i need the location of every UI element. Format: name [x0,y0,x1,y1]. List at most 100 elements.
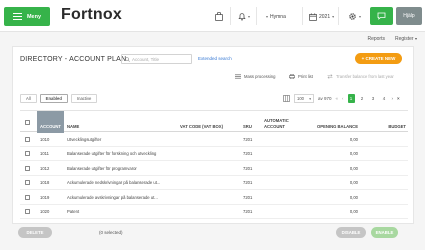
chat-bubble-icon [377,12,386,20]
chat-button[interactable] [370,7,393,25]
cell-name: Balanserade utgifter för forskning och u… [67,151,157,157]
chevron-down-icon: ▾ [359,14,362,19]
cell-account: 1020 [40,209,50,215]
account-table: ACCOUNT NAME VAT CODE (VAT BOX) SRU AUTO… [20,110,408,219]
cell-opening-balance: 0,00 [349,151,358,157]
print-list-button[interactable]: Print list [289,74,313,79]
column-opening-balance[interactable]: OPENING BALANCE [312,111,358,133]
total-count: av 970 [318,96,332,101]
cell-sru: 7201 [243,165,253,171]
row-checkbox[interactable] [25,194,30,200]
filter-all[interactable]: All [20,94,37,103]
table-body: 1010 Utvecklingsutgifter 7201 0,00 1011 Balan… [20,132,408,219]
page-2[interactable]: 2 [359,94,366,103]
column-vat-code[interactable]: VAT CODE (VAT BOX) [180,111,238,133]
help-button[interactable]: Hjälp [396,7,422,25]
notifications-button[interactable]: ▾ [238,12,250,21]
cell-name: Ackumulerade avskrivningar på balanserad… [67,194,158,200]
chevron-down-icon: ▾ [414,36,417,41]
column-account[interactable]: ACCOUNT [37,111,64,133]
reports-link[interactable]: Reports [367,36,385,42]
year-selector[interactable]: 2021 ▾ [309,12,334,21]
transfer-balance-button[interactable]: Transfer balance from last year [327,74,394,79]
list-icon [235,74,241,79]
cell-sru: 7201 [243,180,253,186]
account-plan-card: DIRECTORY - ACCOUNT PLAN Extended search… [12,46,414,224]
create-new-button[interactable]: + CREATE NEW [355,53,402,64]
divider [338,7,339,25]
page-3[interactable]: 3 [370,94,377,103]
column-settings-icon[interactable] [283,95,290,102]
filter-enabled[interactable]: Enabled [39,94,68,103]
filter-inactive[interactable]: Inactive [70,94,98,103]
cell-sru: 7201 [243,194,253,200]
cell-opening-balance: 0,00 [349,165,358,171]
page-1[interactable]: 1 [347,94,355,103]
bottom-bar: DELETE (0 selected) DISABLE ENABLE [0,224,425,250]
cell-sru: 7201 [243,209,253,215]
row-select-cell [25,190,30,205]
select-all-checkbox[interactable] [25,119,30,125]
cell-opening-balance: 0,00 [349,136,358,142]
extended-search-link[interactable]: Extended search [198,56,232,61]
row-select-cell [25,161,30,176]
status-filter: All Enabled Inactive [20,94,98,103]
column-automatic-account[interactable]: AUTOMATIC ACCOUNT [264,111,306,133]
row-checkbox[interactable] [25,209,30,215]
table-row[interactable]: 1020 Patent 7201 0,00 [20,205,408,220]
next-page-icon[interactable]: › [392,96,394,101]
top-bar: Meny Fortnox ▾ ▾ Hymna 2021 ▾ ▾ Hjälp [0,0,425,32]
row-checkbox[interactable] [25,151,30,157]
page-4[interactable]: 4 [381,94,388,103]
row-checkbox[interactable] [25,165,30,171]
cell-opening-balance: 0,00 [349,209,358,215]
table-row[interactable]: 1012 Balanserade utgifter för programvaro… [20,161,408,176]
select-all-cell [25,111,35,133]
cell-name: Utvecklingsutgifter [67,136,102,142]
column-budget[interactable]: BUDGET [380,111,406,133]
cell-opening-balance: 0,00 [349,180,358,186]
table-row[interactable]: 1010 Utvecklingsutgifter 7201 0,00 [20,132,408,147]
printer-icon [289,74,295,79]
settings-button[interactable]: ▾ [348,12,361,21]
hamburger-icon [12,13,22,20]
chevron-down-icon: ▾ [248,14,251,19]
fiscal-year: 2021 [319,13,331,20]
user-menu[interactable]: ▾ Hymna [266,12,286,21]
cell-opening-balance: 0,00 [349,194,358,200]
chevron-down-icon: ▾ [309,96,311,101]
table-row[interactable]: 1011 Balanserade utgifter för forskning o… [20,147,408,162]
cell-account: 1011 [40,151,50,157]
selected-count: (0 selected) [99,230,123,235]
menu-button[interactable]: Meny [4,7,50,26]
chevron-down-icon: ▾ [332,14,335,19]
first-page-icon[interactable]: « [336,96,339,101]
column-name[interactable]: NAME [67,111,167,133]
search-icon [125,56,130,62]
cell-account: 1019 [40,194,50,200]
divider [302,7,303,25]
divider [230,7,231,25]
row-select-cell [25,176,30,191]
table-row[interactable]: 1019 Ackumulerade avskrivningar på balans… [20,190,408,205]
transfer-icon [327,74,333,79]
register-link[interactable]: Register ▾ [395,36,417,42]
close-icon[interactable]: × [397,96,400,101]
per-page-select[interactable]: 100 ▾ [294,94,314,103]
mass-processing-button[interactable]: Mass processing [235,74,275,79]
enable-button[interactable]: ENABLE [371,227,398,238]
row-select-cell [25,147,30,162]
prev-page-icon[interactable]: ‹ [342,96,344,101]
logo: Fortnox [61,6,122,23]
cell-name: Ackumulerade nedskrivningar på balansera… [67,180,161,186]
search-input[interactable] [132,56,190,62]
row-checkbox[interactable] [25,180,30,186]
table-row[interactable]: 1018 Ackumulerade nedskrivningar på balan… [20,176,408,191]
column-sru[interactable]: SRU [243,111,265,133]
row-checkbox[interactable] [25,136,30,142]
disable-button[interactable]: DISABLE [336,227,366,238]
delete-button[interactable]: DELETE [18,227,52,238]
row-select-cell [25,205,30,220]
shop-button[interactable] [215,12,223,21]
cell-account: 1012 [40,165,50,171]
